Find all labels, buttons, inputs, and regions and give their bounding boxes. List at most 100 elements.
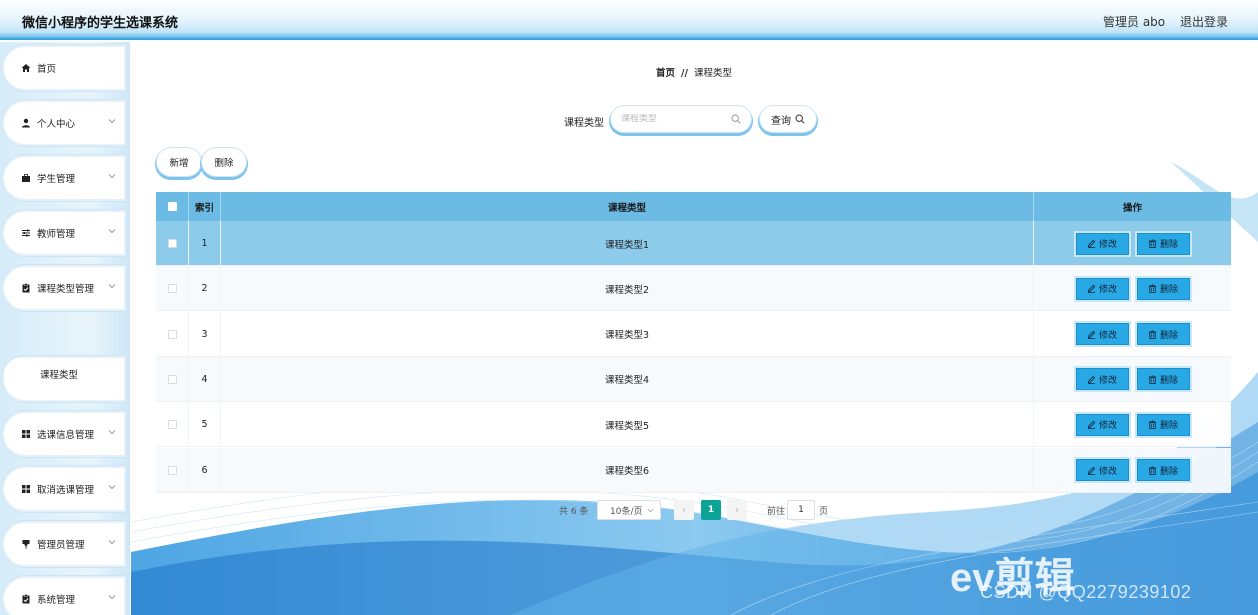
clipboard-icon (20, 283, 31, 294)
edit-button[interactable]: 修改 (1075, 323, 1129, 346)
sidebar-item-4[interactable]: 教师管理 (4, 212, 124, 254)
table-row[interactable]: 3 课程类型3 修改 删除 (156, 311, 1231, 357)
delete-button-label: 删除 (1159, 466, 1178, 477)
select-all-checkbox[interactable] (167, 202, 177, 211)
query-button[interactable]: 查询 (760, 106, 816, 132)
grid-icon (20, 484, 31, 495)
chevron-down-icon (108, 540, 116, 545)
trash-icon (1148, 375, 1157, 384)
edit-button[interactable]: 修改 (1075, 459, 1129, 481)
goto-page-input[interactable] (787, 500, 815, 520)
user-icon (20, 118, 31, 129)
search-input[interactable] (621, 114, 731, 124)
admin-username: 管理员 abo (1103, 15, 1166, 29)
row-course-type: 课程类型5 (221, 402, 1034, 448)
sidebar-item-label: 系统管理 (37, 595, 76, 606)
row-checkbox[interactable] (167, 329, 177, 339)
sidebar-item-5[interactable]: 课程类型管理 (4, 267, 124, 309)
logout-link[interactable]: 退出登录 (1180, 13, 1228, 30)
sidebar-item-label: 取消选课管理 (37, 485, 95, 496)
chevron-down-icon (108, 284, 116, 289)
sidebar-item-3[interactable]: 学生管理 (4, 157, 124, 199)
sidebar-item-2[interactable]: 个人中心 (4, 102, 124, 144)
page-size-value: 10条/页 (610, 506, 643, 517)
sidebar-item-9[interactable]: 管理员管理 (4, 523, 124, 565)
edit-button[interactable]: 修改 (1075, 368, 1129, 391)
sidebar-item-7[interactable]: 选课信息管理 (4, 413, 124, 455)
row-index: 6 (189, 447, 221, 493)
row-operations: 修改 删除 (1034, 221, 1231, 266)
row-course-type: 课程类型3 (221, 311, 1034, 357)
add-button[interactable]: 新增 (157, 148, 201, 176)
trash-icon (1148, 330, 1157, 339)
search-icon (731, 114, 741, 124)
trash-icon (1148, 284, 1157, 294)
chevron-right-icon: › (735, 504, 739, 516)
delete-button-label: 删除 (1159, 330, 1178, 341)
breadcrumb-current: 课程类型 (693, 68, 732, 79)
row-checkbox[interactable] (167, 420, 177, 430)
table-row[interactable]: 1 课程类型1 修改 删除 (156, 221, 1231, 266)
row-checkbox[interactable] (167, 239, 177, 248)
edit-button-label: 修改 (1098, 285, 1117, 296)
row-checkbox[interactable] (167, 284, 177, 294)
next-page-button[interactable]: › (727, 500, 747, 520)
clipboard-icon (20, 594, 31, 605)
row-course-type: 课程类型2 (221, 266, 1034, 312)
chevron-down-icon (647, 508, 654, 513)
sidebar-item-1[interactable]: 首页 (4, 47, 124, 89)
header-index: 索引 (189, 192, 221, 221)
delete-button[interactable]: 删除 (1136, 323, 1190, 346)
delete-button[interactable]: 删除 (1136, 368, 1190, 391)
edit-button[interactable]: 修改 (1075, 413, 1129, 436)
sidebar-item-label: 管理员管理 (37, 540, 85, 551)
breadcrumb-home[interactable]: 首页 (656, 68, 675, 79)
delete-button[interactable]: 删除 (1136, 459, 1190, 481)
table-row[interactable]: 4 课程类型4 修改 删除 (156, 356, 1231, 402)
table-row[interactable]: 6 课程类型6 修改 删除 (156, 447, 1231, 493)
trash-icon (1148, 465, 1157, 475)
delete-button[interactable]: 删除 (1136, 277, 1190, 300)
header-course-type: 课程类型 (221, 192, 1034, 221)
sidebar-subitem-course-type[interactable]: 课程类型 (4, 358, 124, 390)
search-icon (795, 114, 805, 124)
row-operations: 修改 删除 (1034, 312, 1231, 357)
sidebar: 首页个人中心学生管理教师管理课程类型管理课程信息管理选课信息管理取消选课管理管理… (0, 42, 130, 615)
row-checkbox[interactable] (167, 374, 177, 384)
delete-button-label: 删除 (1159, 240, 1178, 250)
row-operations: 修改 删除 (1034, 266, 1231, 311)
home-icon (20, 63, 31, 74)
sidebar-item-label: 首页 (37, 64, 57, 75)
page-size-select[interactable]: 10条/页 (597, 500, 661, 520)
chevron-down-icon (108, 174, 116, 179)
chevron-down-icon (108, 595, 116, 600)
app-title: 微信小程序的学生选课系统 (22, 16, 179, 31)
prev-page-button[interactable]: ‹ (674, 500, 694, 520)
batch-delete-button[interactable]: 删除 (202, 148, 246, 176)
briefcase-icon (20, 173, 31, 184)
table-row[interactable]: 5 课程类型5 修改 删除 (156, 402, 1231, 448)
sidebar-item-8[interactable]: 取消选课管理 (4, 468, 124, 510)
row-select-cell (156, 311, 189, 357)
delete-button[interactable]: 删除 (1136, 413, 1190, 436)
delete-button[interactable]: 删除 (1136, 232, 1190, 255)
row-index: 2 (189, 266, 221, 312)
current-page-button[interactable]: 1 (701, 500, 721, 520)
edit-button[interactable]: 修改 (1075, 232, 1129, 255)
csdn-watermark: CSDN @QQ2279239102 (980, 582, 1192, 602)
search-box[interactable] (611, 106, 751, 132)
search-label: 课程类型 (564, 118, 604, 129)
row-checkbox[interactable] (167, 465, 177, 475)
chevron-down-icon (108, 229, 116, 234)
edit-button[interactable]: 修改 (1075, 277, 1129, 300)
goto-suffix: 页 (819, 506, 829, 517)
header-operations: 操作 (1122, 202, 1142, 214)
sidebar-item-10[interactable]: 系统管理 (4, 578, 124, 615)
row-operations: 修改 删除 (1034, 448, 1231, 493)
row-select-cell (156, 221, 189, 266)
table-header: 索引 课程类型 操作 (156, 192, 1231, 221)
edit-button-label: 修改 (1098, 375, 1117, 386)
row-operations: 修改 删除 (1034, 357, 1231, 402)
table-row[interactable]: 2 课程类型2 修改 删除 (156, 266, 1231, 312)
edit-icon (1087, 330, 1096, 339)
